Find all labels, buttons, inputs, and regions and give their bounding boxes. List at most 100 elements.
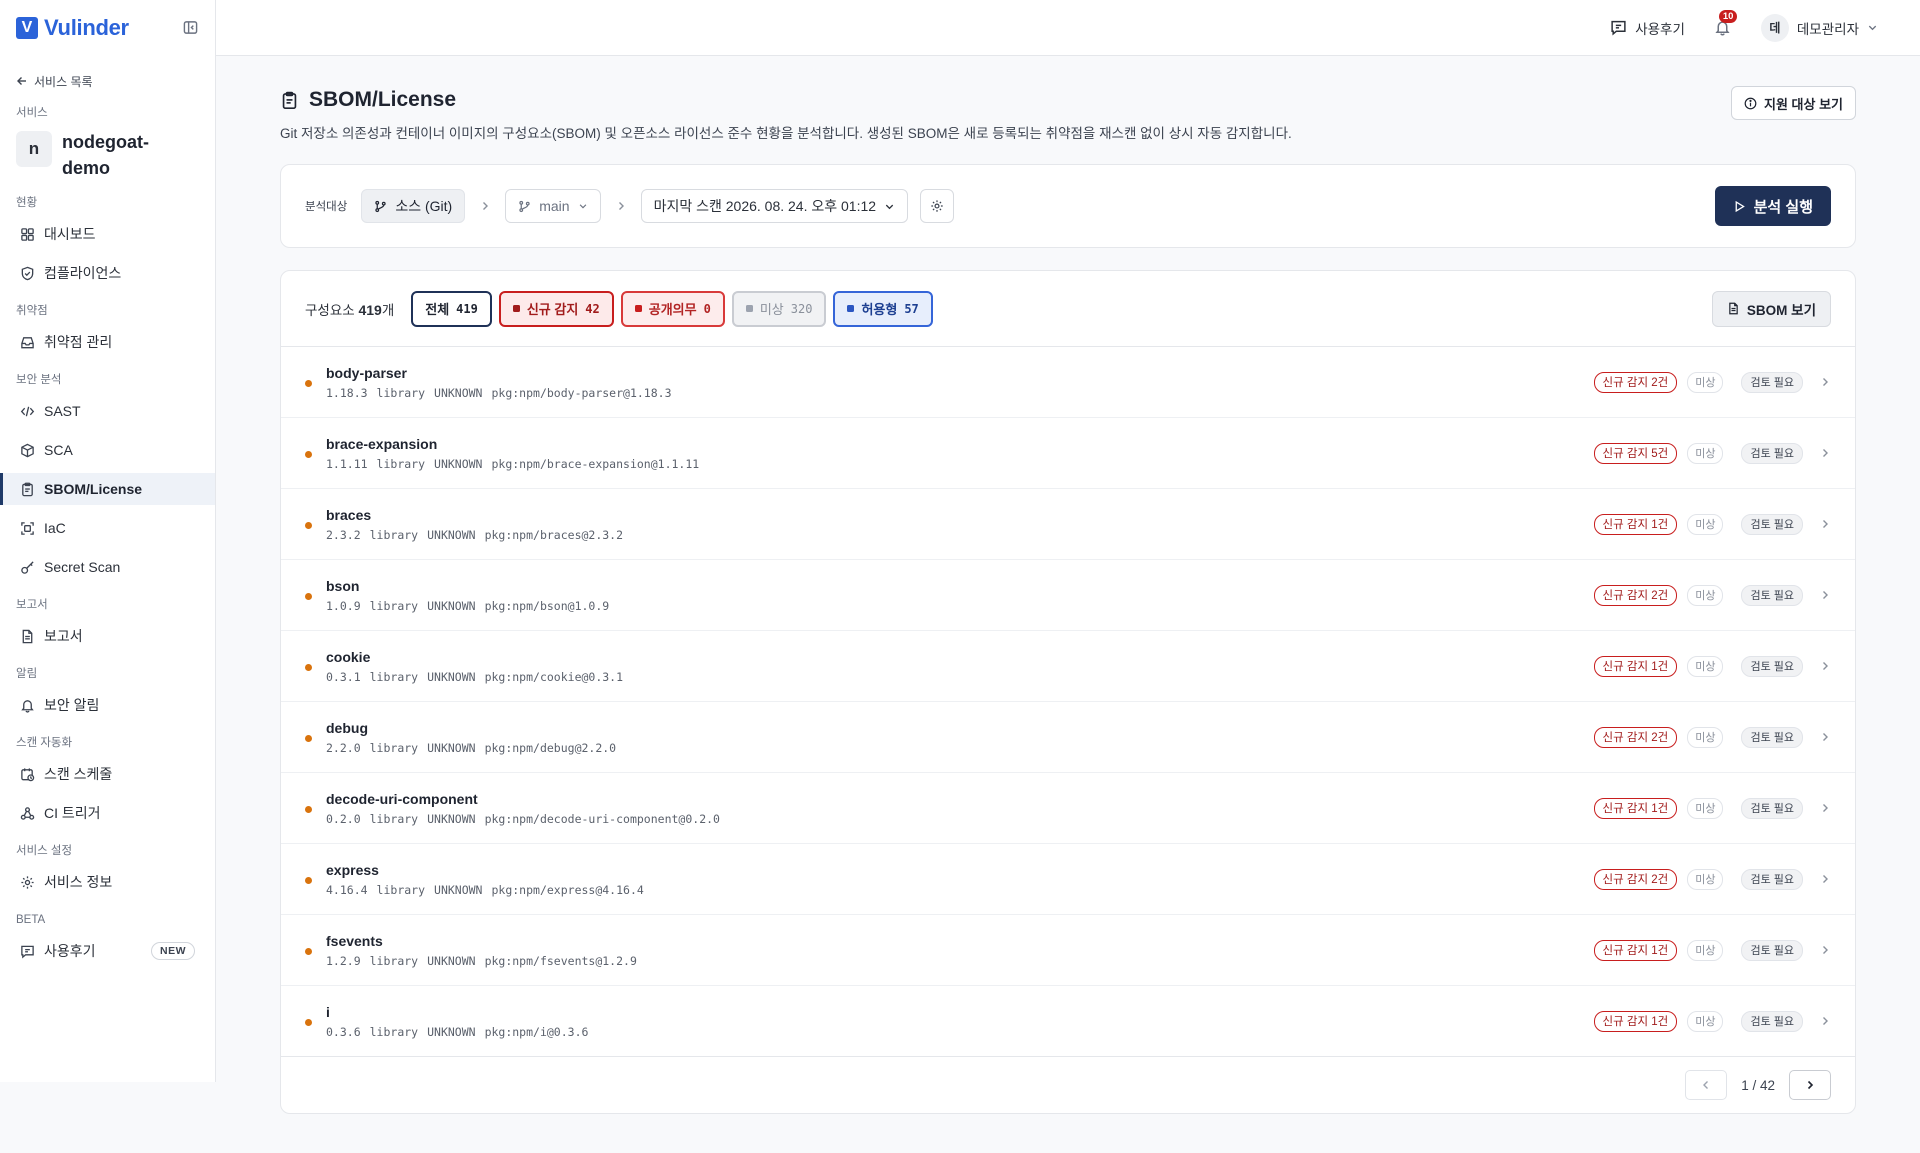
clipboard-icon: [22, 482, 33, 496]
page-content: SBOM/License Git 저장소 의존성과 컨테이너 이미지의 구성요소…: [216, 56, 1920, 1114]
component-row[interactable]: cookie 0.3.1 library UNKNOWN pkg:npm/cookie…: [281, 631, 1855, 702]
back-to-services-link[interactable]: 서비스 목록: [0, 71, 215, 91]
sidebar-item-key[interactable]: Secret Scan: [0, 551, 215, 583]
sidebar-item-calendar-clock[interactable]: 스캔 스케줄: [0, 758, 215, 790]
sidebar-item-label: 사용후기: [44, 943, 96, 959]
new-detection-tag: 신규 감지 1건: [1593, 1010, 1678, 1032]
component-name: express: [326, 861, 379, 878]
component-row[interactable]: express 4.16.4 library UNKNOWN pkg:npm/expr…: [281, 844, 1855, 915]
component-meta: 1.18.3 library UNKNOWN pkg:npm/body-parser@…: [326, 386, 1594, 400]
brand-header: V Vulinder: [0, 0, 215, 55]
component-license: UNKNOWN: [427, 1024, 476, 1039]
count-number: 419: [358, 301, 382, 318]
new-detection-tag: 신규 감지 1건: [1593, 797, 1678, 819]
sidebar-item-label: Secret Scan: [44, 559, 121, 575]
scan-settings-button[interactable]: [920, 189, 955, 223]
branch-select[interactable]: main: [505, 189, 601, 223]
filter-tab-all[interactable]: 전체 419: [411, 290, 492, 327]
status-dot: [305, 592, 312, 600]
sidebar-item-bell[interactable]: 보안 알림: [0, 689, 215, 721]
sidebar-item-scan[interactable]: IaC: [0, 512, 215, 544]
filter-tab-unknown[interactable]: 미상 320: [731, 290, 827, 327]
sidebar-collapse-icon[interactable]: [181, 19, 199, 37]
component-version: 0.2.0: [326, 811, 361, 826]
license-unknown-tag: 미상: [1687, 655, 1724, 677]
sidebar-item-gear[interactable]: 서비스 정보: [0, 866, 215, 898]
filter-tab-new-detected[interactable]: 신규 감지 42: [498, 290, 614, 327]
component-row[interactable]: i 0.3.6 library UNKNOWN pkg:npm/i@0.3.6 신규 …: [281, 986, 1855, 1057]
component-info: brace-expansion 1.1.11 library UNKNOWN pkg:…: [326, 436, 1594, 471]
shield-check-icon: [21, 266, 34, 280]
tab-dot: [512, 305, 520, 312]
review-needed-tag: 검토 필요: [1741, 513, 1803, 535]
git-branch-icon: [519, 200, 530, 212]
prev-page-button[interactable]: [1685, 1070, 1728, 1100]
component-row[interactable]: debug 2.2.0 library UNKNOWN pkg:npm/debug@2…: [281, 702, 1855, 773]
component-row[interactable]: braces 2.3.2 library UNKNOWN pkg:npm/braces…: [281, 489, 1855, 560]
sidebar-item-package[interactable]: SCA: [0, 434, 215, 466]
sidebar-item-shield-check[interactable]: 컴플라이언스: [0, 257, 215, 289]
brand-logo[interactable]: V Vulinder: [16, 15, 129, 41]
filter-tab-disclosure[interactable]: 공개의무 0: [620, 290, 725, 327]
sidebar-item-label: SBOM/License: [44, 481, 143, 497]
service-card: n nodegoat-demo: [0, 129, 215, 181]
license-unknown-tag: 미상: [1687, 584, 1724, 606]
sidebar-item-file[interactable]: 보고서: [0, 620, 215, 652]
user-menu[interactable]: 데 데모관리자: [1760, 13, 1878, 42]
component-row[interactable]: decode-uri-component 0.2.0 library UNKNOWN…: [281, 773, 1855, 844]
component-row[interactable]: fsevents 1.2.9 library UNKNOWN pkg:npm/fsev…: [281, 915, 1855, 986]
chevron-right-icon: [1819, 376, 1831, 388]
component-name: braces: [326, 506, 372, 523]
scan-icon: [21, 521, 34, 535]
gear-icon: [931, 200, 943, 212]
notification-button[interactable]: 10: [1713, 9, 1738, 38]
component-purl: pkg:npm/decode-uri-component@0.2.0: [484, 811, 720, 826]
feedback-button[interactable]: 사용후기: [1610, 18, 1685, 38]
status-dot: [305, 521, 312, 529]
review-needed-tag: 검토 필요: [1741, 726, 1803, 748]
new-detection-tag: 신규 감지 2건: [1593, 868, 1678, 890]
tab-label: 신규 감지: [526, 302, 579, 317]
next-page-button[interactable]: [1789, 1070, 1831, 1100]
logo-mark: V: [16, 16, 38, 39]
license-unknown-tag: 미상: [1687, 442, 1724, 464]
run-analysis-button[interactable]: 분석 실행: [1714, 186, 1831, 226]
sidebar-item-code[interactable]: SAST: [0, 395, 215, 427]
component-row[interactable]: bson 1.0.9 library UNKNOWN pkg:npm/bson@1.0…: [281, 560, 1855, 631]
analysis-target-bar: 분석대상 소스 (Git) main 마지막 스캔 2026. 08. 24. …: [280, 164, 1856, 248]
component-row[interactable]: body-parser 1.18.3 library UNKNOWN pkg:npm/…: [281, 347, 1855, 418]
chevron-right-icon: [1819, 731, 1831, 743]
component-type: library: [369, 527, 419, 542]
component-purl: pkg:npm/braces@2.3.2: [484, 527, 624, 542]
status-dot: [305, 379, 312, 387]
license-unknown-tag: 미상: [1687, 939, 1724, 961]
component-type: library: [369, 740, 419, 755]
component-type: library: [376, 385, 426, 400]
scan-select[interactable]: 마지막 스캔 2026. 08. 24. 오후 01:12: [640, 189, 909, 223]
sidebar-item-dashboard[interactable]: 대시보드: [0, 218, 215, 250]
filter-tab-permissive[interactable]: 허용형 57: [833, 290, 933, 327]
component-row[interactable]: brace-expansion 1.1.11 library UNKNOWN pkg:…: [281, 418, 1855, 489]
section-label: 보고서: [16, 599, 48, 611]
sidebar-item-label: 컴플라이언스: [44, 265, 122, 281]
tab-count: 57: [904, 301, 919, 316]
component-info: braces 2.3.2 library UNKNOWN pkg:npm/braces…: [326, 507, 1594, 542]
sidebar-item-inbox[interactable]: 취약점 관리: [0, 326, 215, 358]
sidebar-item-feedback[interactable]: 사용후기 NEW: [0, 935, 215, 967]
run-btn-label: 분석 실행: [1753, 198, 1813, 216]
git-branch-icon: [375, 200, 386, 212]
sidebar-item-webhook[interactable]: CI 트리거: [0, 797, 215, 829]
license-unknown-tag: 미상: [1687, 1010, 1724, 1032]
chevron-down-icon: [1868, 25, 1877, 31]
view-supported-targets-button[interactable]: 지원 대상 보기: [1731, 86, 1856, 120]
section-label: 스캔 자동화: [16, 737, 73, 749]
sidebar-item-clipboard[interactable]: SBOM/License: [0, 473, 215, 505]
new-detection-tag: 신규 감지 2건: [1593, 584, 1678, 606]
section-label-service: 서비스: [16, 107, 48, 119]
view-sbom-button[interactable]: SBOM 보기: [1711, 290, 1831, 327]
notification-count-badge: 10: [1718, 9, 1738, 23]
service-name: nodegoat-demo: [62, 132, 149, 178]
review-needed-tag: 검토 필요: [1741, 939, 1803, 961]
source-git-selector[interactable]: 소스 (Git): [361, 189, 466, 223]
component-name: brace-expansion: [326, 435, 438, 452]
